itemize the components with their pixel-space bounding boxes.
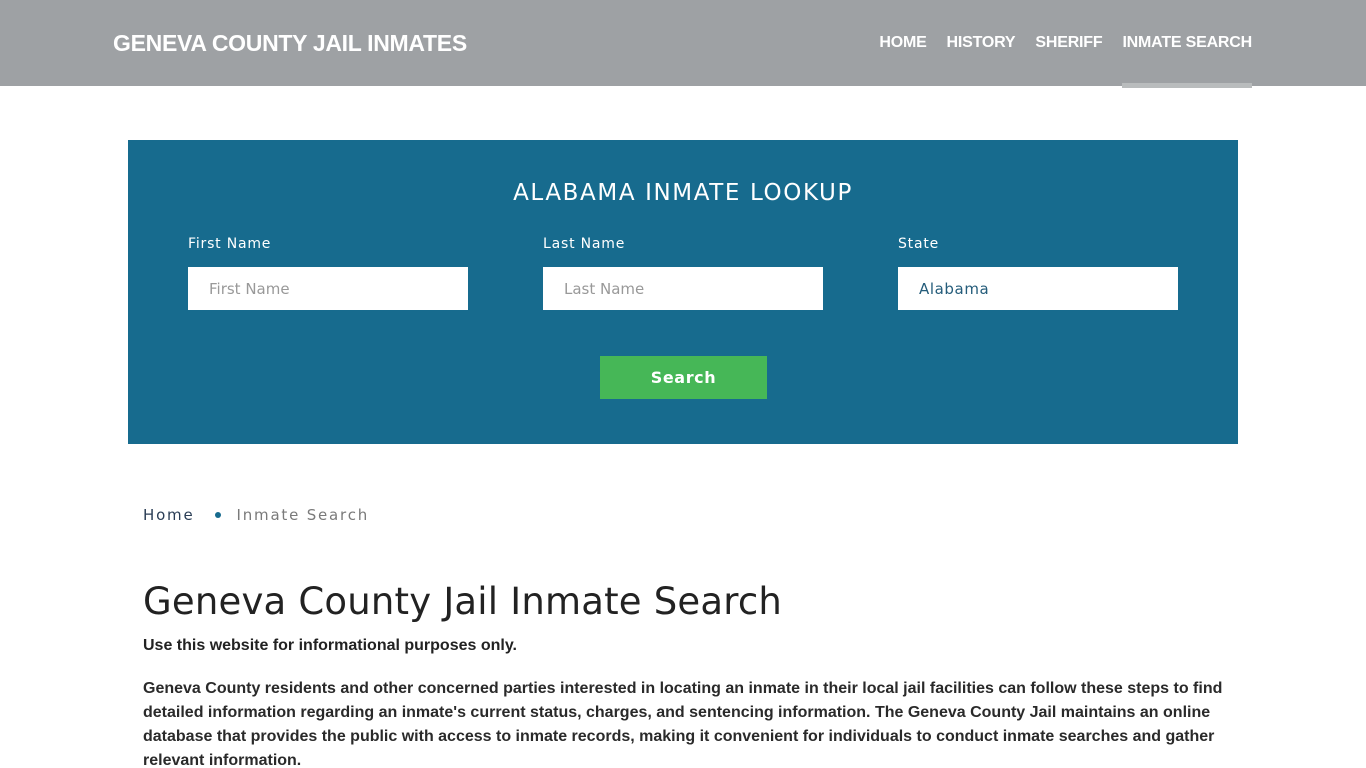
state-group: State Alabama — [898, 236, 1178, 310]
main-nav: HOME HISTORY SHERIFF INMATE SEARCH — [859, 34, 1252, 88]
first-name-label: First Name — [188, 236, 272, 252]
site-logo-link[interactable]: GENEVA COUNTY JAIL INMATES — [113, 30, 467, 57]
first-name-input[interactable]: First Name — [188, 267, 468, 310]
nav-inmate-search[interactable]: INMATE SEARCH — [1122, 34, 1252, 88]
breadcrumb-separator-icon — [214, 512, 221, 518]
state-label: State — [898, 236, 940, 252]
search-button[interactable]: Search — [600, 356, 767, 399]
nav-sheriff[interactable]: SHERIFF — [1035, 34, 1102, 52]
breadcrumb-home[interactable]: Home — [143, 506, 195, 524]
nav-home[interactable]: HOME — [879, 34, 926, 52]
intro-paragraph: Geneva County residents and other concer… — [143, 680, 1223, 768]
state-select[interactable]: Alabama — [898, 267, 1178, 310]
site-header: GENEVA COUNTY JAIL INMATES HOME HISTORY … — [0, 0, 1366, 88]
lookup-title: ALABAMA INMATE LOOKUP — [513, 180, 853, 206]
breadcrumb-current: Inmate Search — [236, 506, 370, 524]
first-name-group: First Name First Name — [188, 236, 468, 310]
last-name-label: Last Name — [543, 236, 626, 252]
disclaimer-text: Use this website for informational purpo… — [143, 637, 517, 654]
last-name-group: Last Name Last Name — [543, 236, 823, 310]
nav-history[interactable]: HISTORY — [947, 34, 1016, 52]
breadcrumb: Home Inmate Search — [143, 506, 369, 524]
last-name-input[interactable]: Last Name — [543, 267, 823, 310]
page-title: Geneva County Jail Inmate Search — [143, 580, 783, 623]
